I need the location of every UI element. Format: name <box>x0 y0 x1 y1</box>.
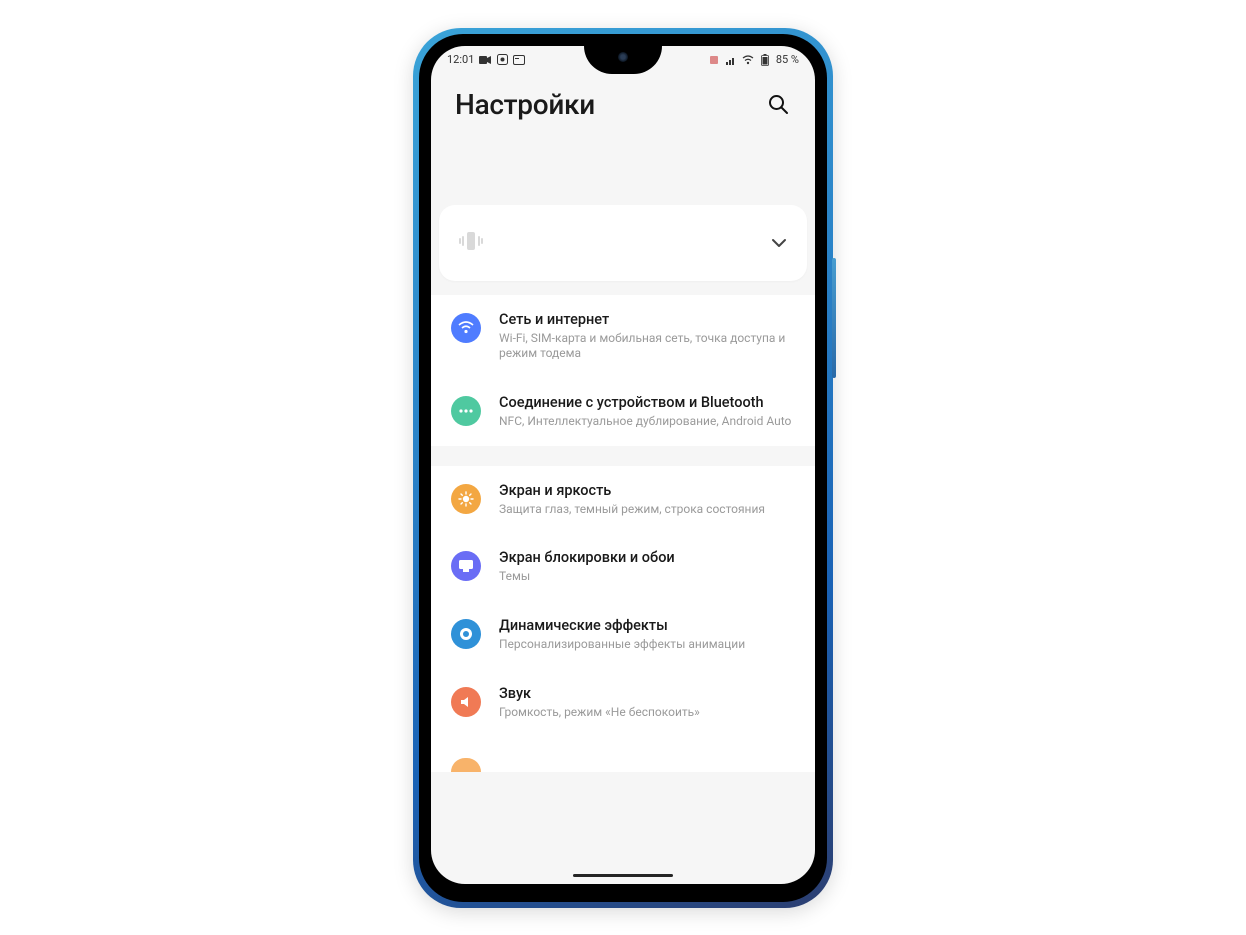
item-subtitle: Wi-Fi, SIM-карта и мобильная сеть, точка… <box>499 331 795 362</box>
group-separator <box>431 446 815 466</box>
search-button[interactable] <box>765 91 791 117</box>
wifi-status-icon <box>742 55 754 65</box>
battery-text: 85 % <box>776 54 799 65</box>
header-spacer <box>431 121 815 205</box>
screenshot-icon <box>496 55 508 65</box>
item-effects[interactable]: Динамические эффекты Персонализированные… <box>431 601 815 669</box>
screen: 12:01 <box>431 46 815 884</box>
item-subtitle: NFC, Интеллектуальное дублирование, Andr… <box>499 414 795 430</box>
more-icon <box>451 396 481 426</box>
item-subtitle: Персонализированные эффекты анимации <box>499 637 795 653</box>
status-right: 85 % <box>708 54 799 65</box>
item-title: Сеть и интернет <box>499 311 795 329</box>
wallpaper-icon <box>451 551 481 581</box>
page-title: Настройки <box>455 88 595 121</box>
brightness-icon <box>451 484 481 514</box>
vibrate-icon <box>459 230 483 256</box>
item-title: Динамические эффекты <box>499 617 795 635</box>
partial-icon <box>451 758 481 772</box>
item-subtitle: Темы <box>499 569 795 585</box>
item-sound[interactable]: Звук Громкость, режим «Не беспокоить» <box>431 669 815 737</box>
item-wallpaper[interactable]: Экран блокировки и обои Темы <box>431 533 815 601</box>
settings-list[interactable]: Сеть и интернет Wi-Fi, SIM-карта и мобил… <box>431 295 815 884</box>
effects-icon <box>451 619 481 649</box>
wifi-icon <box>451 313 481 343</box>
power-button[interactable] <box>832 258 836 378</box>
group-connectivity: Сеть и интернет Wi-Fi, SIM-карта и мобил… <box>431 295 815 446</box>
item-display[interactable]: Экран и яркость Защита глаз, темный режи… <box>431 466 815 534</box>
item-bluetooth[interactable]: Соединение с устройством и Bluetooth NFC… <box>431 378 815 446</box>
status-time: 12:01 <box>447 54 474 65</box>
sim-icon <box>708 55 720 65</box>
home-indicator[interactable] <box>573 874 673 877</box>
search-icon <box>767 93 789 115</box>
phone-bezel: 12:01 <box>419 34 827 902</box>
phone-frame: 12:01 <box>413 28 833 908</box>
item-next-partial[interactable] <box>431 736 815 772</box>
group-display: Экран и яркость Защита глаз, темный режи… <box>431 466 815 773</box>
account-card[interactable] <box>439 205 807 281</box>
signal-icon <box>725 55 737 65</box>
item-subtitle: Защита глаз, темный режим, строка состоя… <box>499 502 795 518</box>
item-title: Экран и яркость <box>499 482 795 500</box>
item-network[interactable]: Сеть и интернет Wi-Fi, SIM-карта и мобил… <box>431 295 815 378</box>
app-header: Настройки <box>431 72 815 121</box>
sound-icon <box>451 687 481 717</box>
item-title: Экран блокировки и обои <box>499 549 795 567</box>
item-title: Звук <box>499 685 795 703</box>
status-left: 12:01 <box>447 54 525 65</box>
battery-icon <box>759 55 771 65</box>
item-title: Соединение с устройством и Bluetooth <box>499 394 795 412</box>
card-icon <box>513 55 525 65</box>
video-icon <box>479 55 491 65</box>
item-subtitle: Громкость, режим «Не беспокоить» <box>499 705 795 721</box>
chevron-down-icon <box>771 233 787 252</box>
